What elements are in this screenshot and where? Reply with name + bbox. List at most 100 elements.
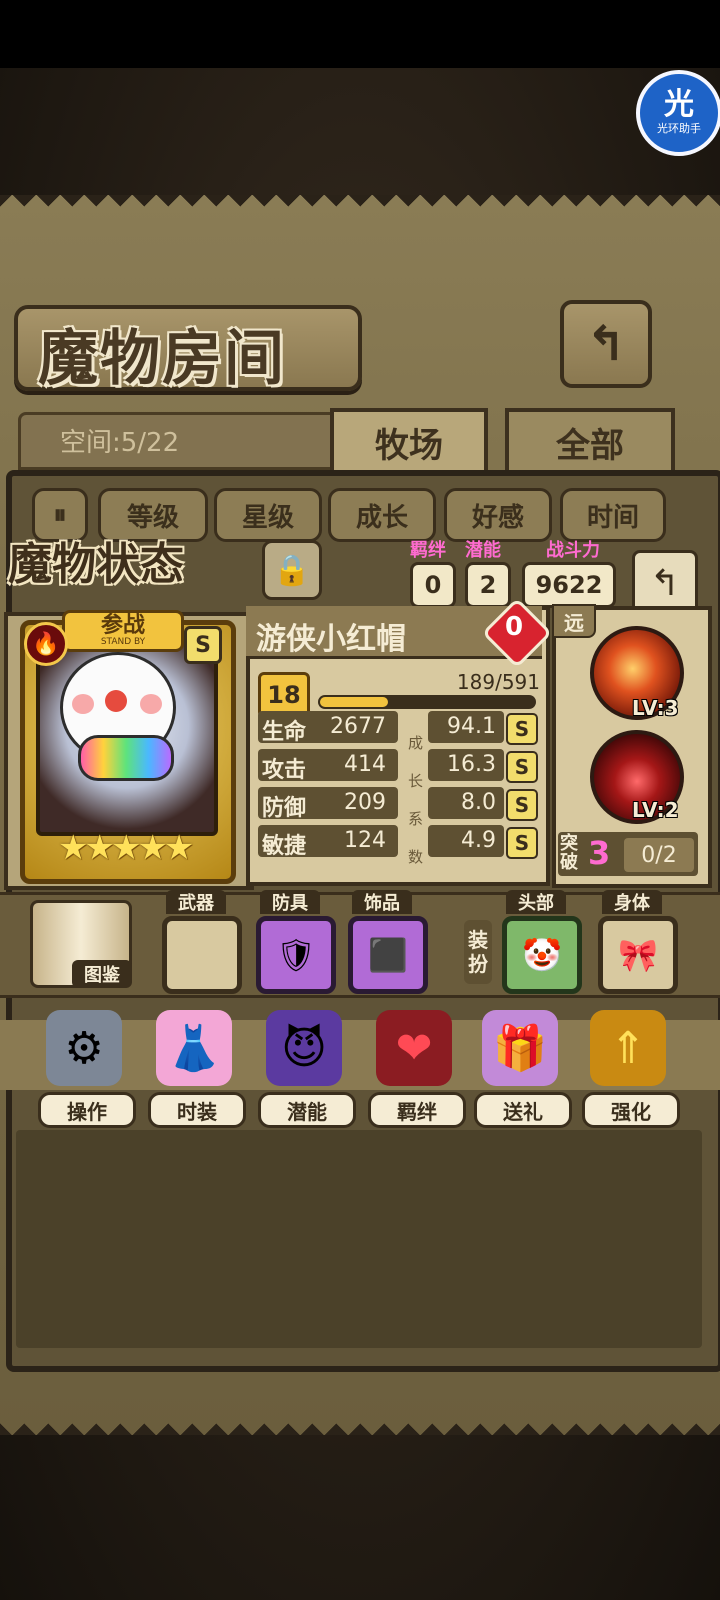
growth-value: 4.9 [461, 828, 496, 853]
fire-element-icon: 🔥 [24, 622, 68, 666]
stat-name: 生命 [262, 720, 307, 745]
head-costume-slot[interactable]: 🤡 [502, 916, 582, 994]
gift-label: 送礼 [474, 1092, 572, 1128]
dress-up-label: 装 扮 [464, 920, 492, 984]
affection-value: 0 [504, 612, 524, 642]
breakthrough-value: 3 [588, 834, 611, 872]
hearts-icon: ❤ [376, 1010, 452, 1086]
growth-grade-badge: S [506, 827, 538, 859]
potential-label: 潜能 [258, 1092, 356, 1128]
growth-value: 94.1 [447, 714, 496, 739]
dress-up-char: 扮 [468, 952, 488, 976]
breakthrough-label: 突破 [560, 833, 578, 873]
xp-text: 189/591 [456, 670, 540, 694]
clown-cheek-right [140, 694, 162, 714]
gear-icon: ⚙ [46, 1010, 122, 1086]
potential-button[interactable]: 😈 潜能 [258, 1010, 356, 1128]
growth-vertical-label: 系 [408, 810, 424, 828]
shield-icon: 🛡 [275, 936, 317, 974]
bond-label: 羁绊 [368, 1092, 466, 1128]
breakthrough-progress: 0/2 [624, 838, 694, 872]
gift-icon: 🎁 [482, 1010, 558, 1086]
skill-level: LV:2 [632, 798, 679, 822]
card-grade-badge: S [184, 626, 222, 664]
monster-name: 游侠小红帽 [256, 622, 406, 657]
potential-value: 2 [465, 562, 511, 608]
bond-button[interactable]: ❤ 羁绊 [368, 1010, 466, 1128]
return-button[interactable]: ↰ [560, 300, 652, 388]
gift-button[interactable]: 🎁 送礼 [474, 1010, 572, 1128]
growth-vertical-label: 成 [408, 734, 424, 752]
page-title: 魔物房间 [38, 324, 286, 394]
body-costume-slot[interactable]: 🎀 [598, 916, 678, 994]
growth-grade-badge: S [506, 789, 538, 821]
rainbow-bowtie-art [78, 735, 174, 781]
upgrade-arrows-icon: ⇑ [590, 1010, 666, 1086]
assistant-widget-label: 光环助手 [657, 122, 701, 135]
growth-vertical-label: 长 [408, 772, 424, 790]
codex-label: 图鉴 [72, 960, 132, 988]
filter-time-button[interactable]: 时间 [560, 488, 666, 542]
filter-growth-button[interactable]: 成长 [328, 488, 436, 542]
stat-value: 2677 [330, 714, 386, 739]
operate-button[interactable]: ⚙ 操作 [38, 1010, 136, 1128]
sort-icon: ⏸ [53, 499, 67, 530]
stat-value: 124 [344, 828, 386, 853]
filter-star-button[interactable]: 星级 [214, 488, 322, 542]
xp-bar-fill [320, 697, 388, 707]
torn-edge-top [0, 195, 720, 217]
potential-label: 潜能 [465, 540, 501, 561]
slot-label-armor: 防具 [260, 890, 320, 914]
growth-value: 8.0 [461, 790, 496, 815]
slot-label-head: 头部 [506, 890, 566, 914]
padlock-icon: 🔒 [273, 552, 311, 588]
upgrade-button[interactable]: ⇑ 强化 [582, 1010, 680, 1128]
assistant-widget-glyph: 光 [664, 87, 694, 122]
stat-name: 攻击 [262, 758, 307, 783]
bond-label: 羁绊 [410, 540, 446, 561]
stat-value: 414 [344, 752, 386, 777]
standby-tag-en: STAND BY [100, 637, 146, 647]
monster-grid-area [16, 1130, 702, 1348]
armor-slot[interactable]: 🛡 [256, 916, 336, 994]
growth-grade-badge: S [506, 751, 538, 783]
clown-wig-icon: 🤡 [522, 936, 562, 974]
rune-stone-icon: ⬛ [368, 936, 408, 974]
slot-label-weapon: 武器 [166, 890, 226, 914]
tab-all[interactable]: 全部 [505, 408, 675, 476]
clown-cheek-left [72, 694, 94, 714]
outfit-icon: 👗 [156, 1010, 232, 1086]
tab-ranch[interactable]: 牧场 [330, 408, 488, 476]
upgrade-label: 强化 [582, 1092, 680, 1128]
bond-value: 0 [410, 562, 456, 608]
fashion-label: 时装 [148, 1092, 246, 1128]
bowtie-icon: 🎀 [618, 936, 658, 974]
operate-label: 操作 [38, 1092, 136, 1128]
power-label: 战斗力 [546, 540, 600, 561]
demon-icon: 😈 [266, 1010, 342, 1086]
growth-value: 16.3 [447, 752, 496, 777]
lock-button[interactable]: 🔒 [262, 540, 322, 600]
stat-name: 防御 [262, 796, 307, 821]
monster-status-title: 魔物状态 [8, 539, 184, 590]
dress-up-char: 装 [468, 928, 488, 952]
standby-tag: 参战 STAND BY [62, 610, 184, 652]
storage-space-label: 空间:5/22 [60, 428, 180, 458]
growth-grade-badge: S [506, 713, 538, 745]
weapon-slot[interactable] [162, 916, 242, 994]
return-arrow-icon: ↰ [649, 562, 681, 604]
power-value: 9622 [522, 562, 616, 608]
clown-nose [105, 690, 127, 712]
star-rating: ★★★★★ [58, 828, 194, 868]
return-arrow-icon: ↰ [585, 316, 627, 372]
stat-name: 敏捷 [262, 834, 307, 859]
stat-value: 209 [344, 790, 386, 815]
torn-edge-bottom [0, 1413, 720, 1435]
assistant-widget-button[interactable]: 光 光环助手 [636, 70, 720, 156]
fashion-button[interactable]: 👗 时装 [148, 1010, 246, 1128]
skill-level: LV:3 [632, 696, 679, 720]
filter-affection-button[interactable]: 好感 [444, 488, 552, 542]
growth-vertical-label: 数 [408, 848, 424, 866]
accessory-slot[interactable]: ⬛ [348, 916, 428, 994]
status-bar-area [0, 0, 720, 68]
